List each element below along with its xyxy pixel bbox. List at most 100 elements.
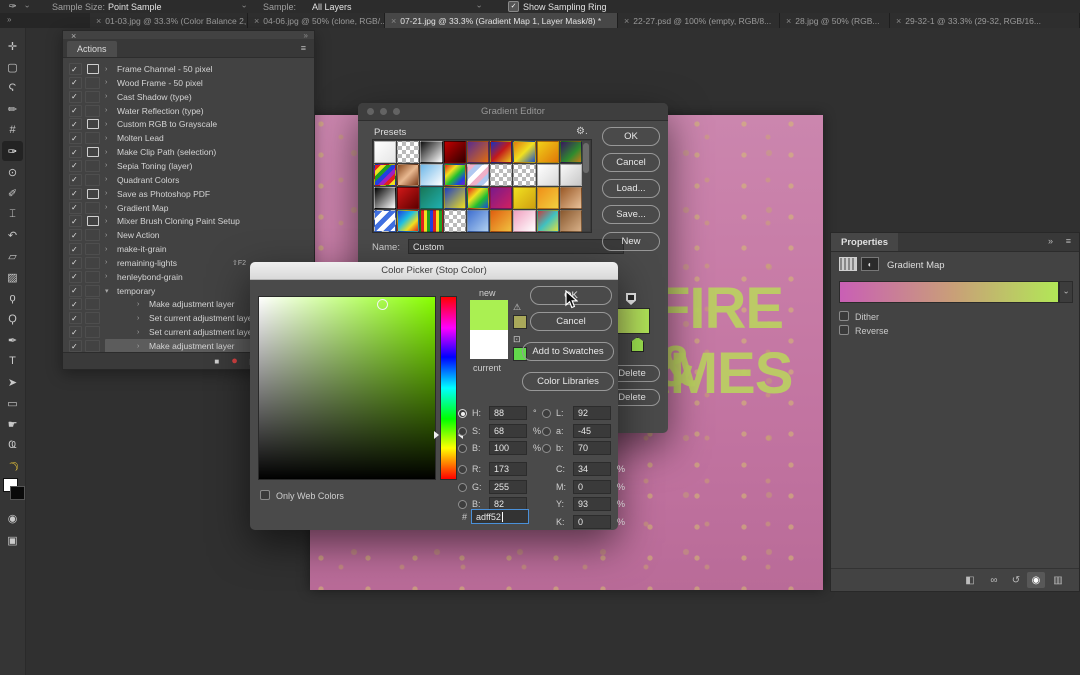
new-button[interactable]: New [602,232,660,251]
close-tab-icon[interactable]: × [96,16,101,26]
field-radio-g[interactable] [458,483,467,492]
healing-brush-tool[interactable]: ⊙ [2,162,23,182]
field-input-r[interactable]: 173 [489,462,527,476]
lasso-tool[interactable]: Ϛ [2,78,23,98]
dialog-toggle-cell[interactable] [85,201,100,214]
gradient-preset-swatch[interactable] [466,164,490,186]
panel-menu-icon[interactable]: ≡ [301,43,306,53]
delete-icon[interactable]: ▥ [1049,572,1067,588]
action-row[interactable]: ✓ › Custom RGB to Grayscale [63,117,314,131]
gradient-preset-swatch[interactable] [490,187,513,209]
field-input-c[interactable]: 34 [573,462,611,476]
action-row[interactable]: ✓ › make-it-grain [63,242,314,256]
action-row[interactable]: ✓ › Cast Shadow (type) [63,90,314,104]
color-libraries-button[interactable]: Color Libraries [522,372,614,391]
expand-icon[interactable]: › [105,273,107,280]
gradient-tool[interactable]: ▨ [2,267,23,287]
gradient-preset-swatch[interactable] [374,210,397,232]
dialog-toggle-cell[interactable] [85,104,100,117]
action-row[interactable]: ✓ › Make Clip Path (selection) [63,145,314,159]
move-tool[interactable]: ✛ [2,36,23,56]
gradient-preset-swatch[interactable] [559,141,582,163]
expand-icon[interactable]: › [105,218,107,225]
cancel-button[interactable]: Cancel [530,312,612,331]
gradient-preset-swatch[interactable] [490,210,513,232]
blur-tool[interactable]: ϙ [2,288,23,308]
close-tab-icon[interactable]: × [624,16,629,26]
document-tab[interactable]: × 22-27.psd @ 100% (empty, RGB/8... [618,13,780,28]
field-radio-b[interactable] [542,444,551,453]
tab-properties[interactable]: Properties [831,233,898,251]
pen-tool[interactable]: ✒ [2,330,23,350]
field-radio-a[interactable] [542,427,551,436]
collapse-icon[interactable]: ▾ [105,287,109,295]
dialog-toggle-cell[interactable] [85,284,100,297]
close-tab-icon[interactable]: × [391,16,396,26]
gradient-preset-swatch[interactable] [536,141,559,163]
gradient-preset-swatch[interactable] [420,187,443,209]
gradient-preset-swatch[interactable] [397,141,420,163]
gradient-preset-swatch[interactable] [490,141,513,163]
type-tool[interactable]: T [2,351,23,371]
item-check-icon[interactable]: ✓ [71,272,81,281]
field-radio-s[interactable] [458,427,467,436]
item-check-icon[interactable]: ✓ [71,106,81,115]
item-check-icon[interactable]: ✓ [71,217,81,226]
action-row[interactable]: ✓ › Wood Frame - 50 pixel [63,76,314,90]
expand-icon[interactable]: › [105,121,107,128]
save-button[interactable]: Save... [602,205,660,224]
expand-icon[interactable]: › [137,301,139,308]
gradient-preset-swatch[interactable] [536,164,559,186]
item-check-icon[interactable]: ✓ [71,245,81,254]
close-tab-icon[interactable]: × [786,16,791,26]
gradient-preset-swatch[interactable] [420,141,443,163]
expand-icon[interactable]: › [105,135,107,142]
load-button[interactable]: Load... [602,179,660,198]
gradient-preset-swatch[interactable] [536,210,559,232]
dialog-toggle-cell[interactable] [85,132,100,145]
gamut-swatch[interactable] [513,315,527,329]
field-input-m[interactable]: 0 [573,480,611,494]
expand-icon[interactable]: › [105,246,107,253]
action-row[interactable]: ✓ › Quadrant Colors [63,173,314,187]
gradient-preset-swatch[interactable] [374,187,397,209]
item-check-icon[interactable]: ✓ [71,189,81,198]
opacity-stop[interactable] [626,293,636,305]
gradient-preset-swatch[interactable] [536,187,559,209]
gradient-preset-swatch[interactable] [513,141,536,163]
expand-icon[interactable]: › [105,162,107,169]
action-row[interactable]: ✓ › Water Reflection (type) [63,104,314,118]
gradient-preset-swatch[interactable] [513,210,536,232]
window-traffic-lights[interactable] [367,108,400,115]
dialog-toggle-cell[interactable] [85,340,100,352]
action-row[interactable]: ✓ › Sepia Toning (layer) [63,159,314,173]
field-radio-h[interactable] [458,409,467,418]
sampling-ring-checkbox[interactable]: ✓ [508,1,519,12]
item-check-icon[interactable]: ✓ [71,148,81,157]
reset-icon[interactable]: ↺ [1007,572,1025,588]
dialog-toggle-cell[interactable] [85,298,100,311]
history-brush-tool[interactable]: ↶ [2,225,23,245]
color-picker-titlebar[interactable]: Color Picker (Stop Color) [250,262,618,280]
gradient-dropdown-chevron[interactable]: › [1059,281,1073,303]
current-tool-icon[interactable]: ✑ [9,1,17,12]
field-input-k[interactable]: 0 [573,515,611,529]
gradient-preset-swatch[interactable] [443,141,466,163]
sample-select[interactable]: All Layers [312,2,352,12]
item-check-icon[interactable]: ✓ [71,258,81,267]
action-row[interactable]: ✓ › Mixer Brush Cloning Paint Setup [63,214,314,228]
dialog-toggle-cell[interactable] [85,326,100,339]
crop-tool[interactable]: # [2,120,23,140]
item-check-icon[interactable]: ✓ [71,300,81,309]
dialog-toggle-cell[interactable] [85,159,100,172]
background-color-swatch[interactable] [10,486,25,500]
web-color-warning-icon[interactable]: ⊡ [513,334,521,345]
layer-mask-icon[interactable]: ◐ [861,257,879,271]
expand-icon[interactable]: › [137,343,139,350]
gradient-preset-swatch[interactable] [420,164,443,186]
field-input-b[interactable]: 100 [489,441,527,455]
quick-selection-tool[interactable]: ✏ [2,99,23,119]
dialog-toggle-cell[interactable] [85,312,100,325]
dialog-toggle-cell[interactable] [85,256,100,269]
gradient-preset-swatch[interactable] [397,210,420,232]
